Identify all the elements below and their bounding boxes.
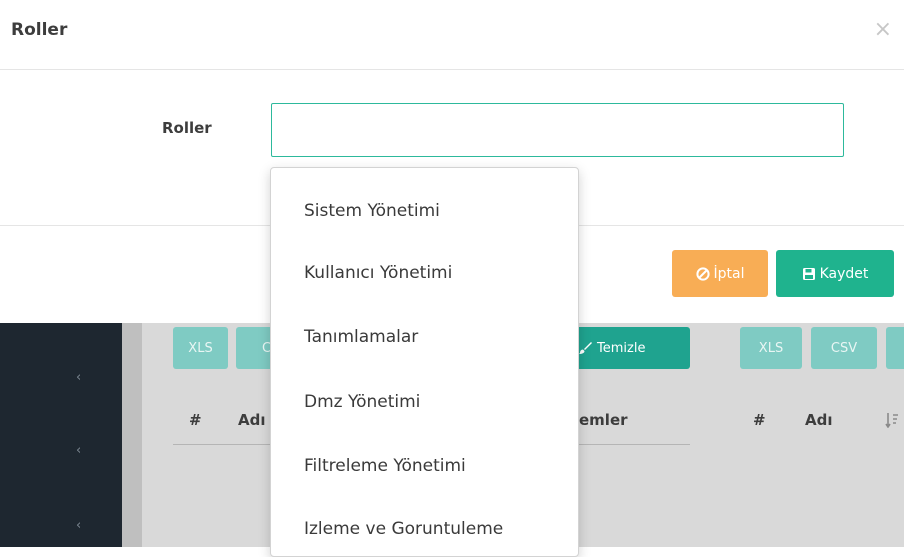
save-button-label: Kaydet [819,265,869,282]
save-button[interactable]: Kaydet [776,250,894,297]
sidebar: ‹ ‹ ‹ [0,323,122,547]
dropdown-option[interactable]: Izleme ve Goruntuleme [271,509,578,549]
table-header-name[interactable]: Adı [238,411,266,429]
roles-field-label: Roller [162,119,212,137]
toolbar-button[interactable] [886,327,904,369]
modal-title: Roller [11,20,68,40]
export-xls-button[interactable]: XLS [740,327,802,369]
clear-button-label: Temizle [597,340,646,356]
cancel-button[interactable]: İptal [672,250,768,297]
roles-input[interactable] [271,103,844,157]
table-header-number: # [189,411,202,429]
dropdown-option[interactable]: Filtreleme Yönetimi [271,446,578,486]
close-icon[interactable]: × [874,17,892,42]
dropdown-option[interactable]: Dmz Yönetimi [271,382,578,422]
chevron-left-icon[interactable]: ‹ [76,518,81,533]
cancel-button-label: İptal [713,265,745,282]
content-gutter [122,323,142,547]
sort-icon[interactable] [885,412,899,432]
ban-icon [695,266,710,281]
brush-icon [579,342,592,354]
dropdown-option[interactable]: Sistem Yönetimi [271,191,578,231]
table-header-actions: emler [579,411,628,429]
chevron-left-icon[interactable]: ‹ [76,370,81,385]
table-header-name[interactable]: Adı [805,411,833,429]
modal-header: Roller × [0,0,904,70]
clear-button[interactable]: Temizle [560,327,690,369]
roles-dropdown[interactable]: Sistem Yönetimi Kullanıcı Yönetimi Tanım… [270,167,579,557]
table-header-number: # [753,411,766,429]
floppy-disk-icon [802,267,815,280]
export-csv-button[interactable]: CSV [811,327,877,369]
chevron-left-icon[interactable]: ‹ [76,443,81,458]
dropdown-option[interactable]: Kullanıcı Yönetimi [271,253,578,293]
export-xls-button[interactable]: XLS [173,327,228,369]
dropdown-option[interactable]: Tanımlamalar [271,317,578,357]
